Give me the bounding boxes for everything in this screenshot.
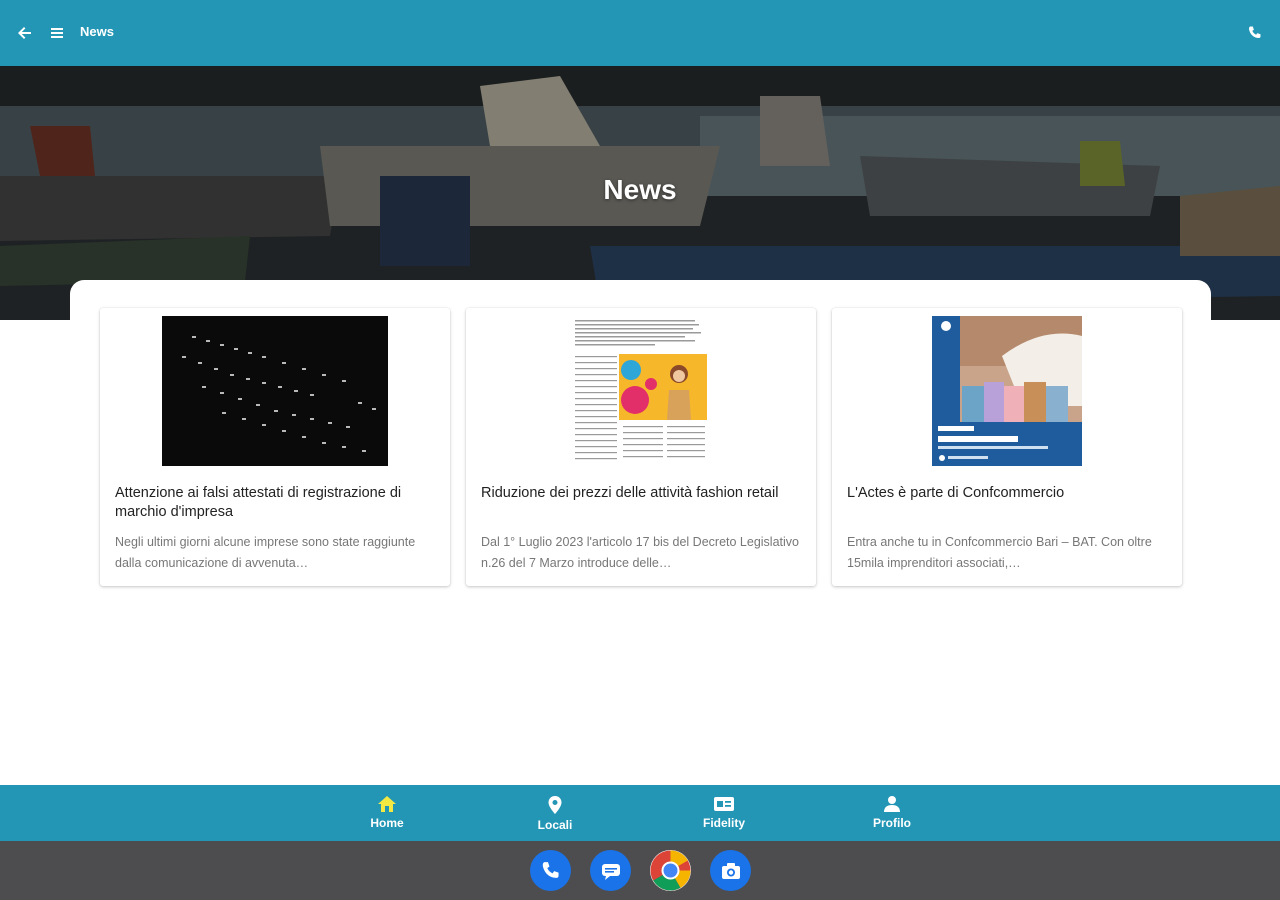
back-arrow-icon[interactable] — [8, 16, 42, 50]
system-dock — [0, 841, 1280, 900]
news-excerpt: Entra anche tu in Confcommercio Bari – B… — [847, 535, 1152, 570]
nav-item-fidelity[interactable]: Fidelity — [674, 785, 774, 841]
phone-app-icon[interactable] — [530, 850, 571, 891]
location-pin-icon — [548, 796, 562, 814]
news-card[interactable]: L'Actes è parte di Confcommercio Entra a… — [832, 308, 1182, 586]
chrome-app-icon[interactable] — [650, 850, 691, 891]
messages-app-icon[interactable] — [590, 850, 631, 891]
camera-app-icon[interactable] — [710, 850, 751, 891]
nav-label: Fidelity — [702, 816, 745, 830]
nav-label: Profilo — [873, 816, 911, 830]
home-icon — [378, 796, 396, 812]
app-bar: News — [0, 0, 1280, 66]
menu-icon[interactable] — [40, 16, 74, 50]
nav-label: Home — [370, 816, 404, 830]
app-bar-title: News — [80, 24, 114, 39]
news-card[interactable]: Riduzione dei prezzi delle attività fash… — [466, 308, 816, 586]
news-excerpt: Negli ultimi giorni alcune imprese sono … — [115, 535, 416, 570]
news-list: Attenzione ai falsi attestati di registr… — [100, 308, 1182, 586]
news-title: Attenzione ai falsi attestati di registr… — [115, 485, 402, 520]
news-card[interactable]: Attenzione ai falsi attestati di registr… — [100, 308, 450, 586]
id-card-icon — [714, 797, 734, 811]
phone-icon[interactable] — [1238, 16, 1272, 50]
news-title: Riduzione dei prezzi delle attività fash… — [481, 485, 779, 501]
shopping-poster-thumbnail — [932, 316, 1082, 466]
news-excerpt: Dal 1° Luglio 2023 l'articolo 17 bis del… — [481, 535, 799, 570]
newspaper-thumbnail — [571, 316, 711, 466]
hero-title: News — [603, 174, 677, 205]
bottom-navigation: Home Locali Fidelity Profilo — [0, 785, 1280, 841]
nav-item-locali[interactable]: Locali — [505, 785, 605, 841]
user-icon — [884, 796, 900, 812]
keyboard-thumbnail — [162, 316, 388, 466]
nav-item-home[interactable]: Home — [337, 785, 437, 841]
nav-item-profilo[interactable]: Profilo — [842, 785, 942, 841]
nav-label: Locali — [537, 818, 573, 832]
news-title: L'Actes è parte di Confcommercio — [847, 485, 1065, 501]
